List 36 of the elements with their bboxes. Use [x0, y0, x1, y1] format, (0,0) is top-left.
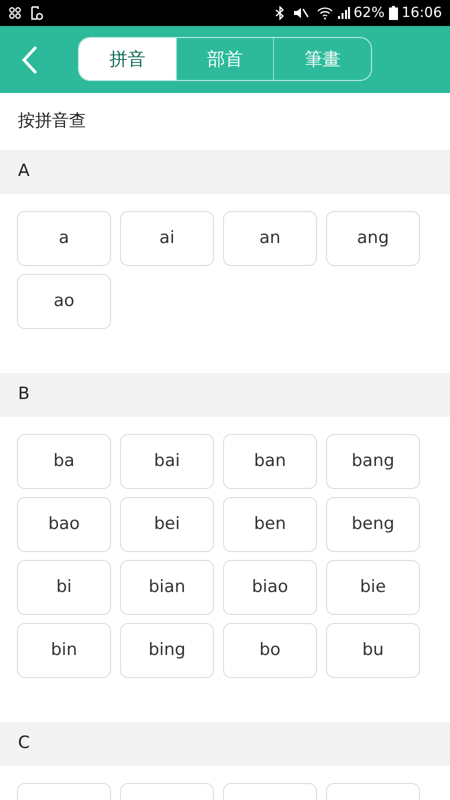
pinyin-button[interactable]: a	[17, 211, 111, 266]
bluetooth-icon	[274, 6, 285, 20]
mute-icon	[292, 6, 309, 20]
pinyin-button[interactable]: biao	[223, 560, 317, 615]
section-header: A	[0, 150, 450, 194]
pinyin-button[interactable]: ao	[17, 274, 111, 329]
pinyin-button[interactable]: bie	[326, 560, 420, 615]
pinyin-button[interactable]: bu	[326, 623, 420, 678]
signal-icon	[336, 6, 350, 20]
pinyin-button[interactable]: an	[223, 211, 317, 266]
pinyin-button[interactable]: bin	[17, 623, 111, 678]
pinyin-button[interactable]: ban	[223, 434, 317, 489]
battery-icon	[388, 6, 398, 20]
section-header: B	[0, 373, 450, 417]
wifi-icon	[316, 6, 333, 20]
section-header: C	[0, 722, 450, 766]
chevron-left-icon	[21, 44, 39, 74]
pinyin-button[interactable]: ba	[17, 434, 111, 489]
pinyin-button[interactable]: bang	[326, 434, 420, 489]
clock: 16:06	[402, 4, 442, 22]
pinyin-button[interactable]: bi	[17, 560, 111, 615]
fan-icon	[8, 6, 22, 20]
tab[interactable]: 拼音	[79, 38, 176, 80]
pinyin-button[interactable]: bo	[223, 623, 317, 678]
pinyin-button[interactable]: bei	[120, 497, 214, 552]
pinyin-button[interactable]: ai	[120, 211, 214, 266]
pinyin-button[interactable]: ang	[326, 211, 420, 266]
screenshot-icon	[30, 6, 43, 20]
pinyin-button[interactable]: bai	[120, 434, 214, 489]
battery-percent: 62%	[354, 4, 385, 22]
pinyin-button[interactable]: ben	[223, 497, 317, 552]
page-heading: 按拼音查	[18, 110, 86, 133]
pinyin-button[interactable]: bao	[17, 497, 111, 552]
pinyin-button[interactable]: beng	[326, 497, 420, 552]
pinyin-button[interactable]: bian	[120, 560, 214, 615]
pinyin-button[interactable]: bing	[120, 623, 214, 678]
